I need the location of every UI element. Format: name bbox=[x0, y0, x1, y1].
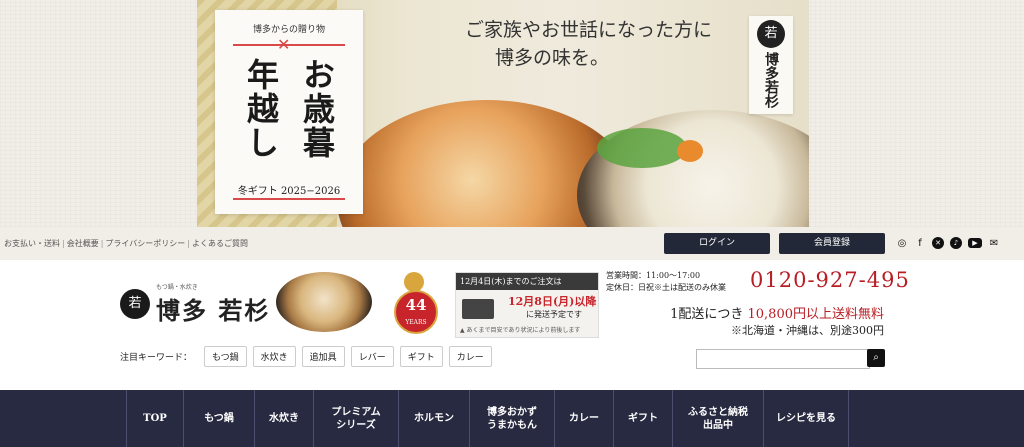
shipping-notice: 12月4日(木)までのご注文は 12月8日(月)以降 に発送予定です ▲ あくま… bbox=[455, 272, 599, 338]
notice-date: 12月8日(月)以降 bbox=[508, 295, 597, 308]
facebook-icon[interactable]: f bbox=[914, 237, 926, 249]
hours-line-2: 定休日：日祝※土は配送のみ休業 bbox=[606, 283, 726, 292]
nav-item[interactable]: カレー bbox=[555, 390, 614, 447]
nav-item[interactable]: 博多おかず うまかもん bbox=[470, 390, 555, 447]
tagline-line-1: ご家族やお世話になった方に bbox=[465, 19, 713, 41]
site-logo[interactable]: 若 もつ鍋・水炊き 博多 若杉 bbox=[120, 282, 270, 326]
register-button[interactable]: 会員登録 bbox=[779, 233, 885, 254]
instagram-icon[interactable]: ◎ bbox=[896, 237, 908, 249]
nav-item[interactable]: TOP bbox=[127, 390, 184, 447]
notice-head: 12月4日(木)までのご注文は bbox=[456, 273, 598, 290]
hours-line-1: 営業時間：11:00〜17:00 bbox=[606, 271, 701, 280]
tagline-line-2: 博多の味を。 bbox=[495, 47, 610, 69]
utility-bar: お支払い・送料 | 会社概要 | プライバシーポリシー | よくあるご質問 ログイン 会員登… bbox=[0, 227, 1024, 260]
keyword-motsunabe[interactable]: もつ鍋 bbox=[204, 346, 247, 367]
logo-name: 博多 若杉 bbox=[156, 296, 271, 325]
link-payment-shipping[interactable]: お支払い・送料 bbox=[4, 239, 60, 248]
mizutaki-pot-image bbox=[577, 110, 809, 227]
keyword-mizutaki[interactable]: 水炊き bbox=[252, 346, 296, 367]
link-privacy[interactable]: プライバシーポリシー bbox=[105, 239, 185, 248]
card-bottom-text: 冬ギフト 2025−2026 bbox=[237, 186, 341, 197]
carrot-image bbox=[677, 140, 703, 162]
separator: | bbox=[187, 239, 190, 248]
social-links: ◎ f ✕ ♪ ▶ ✉ bbox=[896, 237, 1000, 249]
keyword-extras[interactable]: 追加具 bbox=[301, 346, 345, 367]
link-company[interactable]: 会社概要 bbox=[67, 239, 99, 248]
notice-foot: ▲ あくまで目安であり状況により前後します bbox=[460, 327, 581, 334]
utility-links: お支払い・送料 | 会社概要 | プライバシーポリシー | よくあるご質問 bbox=[4, 238, 248, 249]
dish-image bbox=[276, 272, 372, 332]
mail-icon[interactable]: ✉ bbox=[988, 237, 1000, 249]
greens-image bbox=[597, 128, 687, 168]
card-top-text: 博多からの贈り物 bbox=[252, 25, 325, 35]
card-col-left: 年越し bbox=[242, 58, 280, 160]
banner-tagline: ご家族やお世話になった方に 博多の味を。 bbox=[465, 16, 712, 72]
gift-card: 博多からの贈り物 ✕ 年越し お歳暮 冬ギフト 2025−2026 bbox=[215, 10, 363, 214]
site-header: 若 もつ鍋・水炊き 博多 若杉 44 YEARS 12月4日(木)までのご注文は… bbox=[0, 260, 1024, 390]
top-banner-area: 博多からの贈り物 ✕ 年越し お歳暮 冬ギフト 2025−2026 ご家族やお世… bbox=[0, 0, 1024, 227]
brand-mark-icon: 若 bbox=[120, 289, 150, 319]
nav-item[interactable]: ホルモン bbox=[399, 390, 470, 447]
keyword-label: 注目キーワード： bbox=[120, 353, 193, 363]
separator: | bbox=[100, 239, 104, 248]
nav-item[interactable]: ふるさと納税 出品中 bbox=[673, 390, 764, 447]
keyword-gift[interactable]: ギフト bbox=[399, 346, 443, 367]
tiktok-icon[interactable]: ♪ bbox=[950, 237, 962, 249]
nav-list: TOP もつ鍋 水炊き プレミアム シリーズ ホルモン 博多おかず うまかもん カレー ギフト… bbox=[126, 390, 849, 447]
free-shipping-info: 1配送につき 10,800円以上送料無料 bbox=[606, 303, 884, 322]
badge-number: 44 bbox=[405, 296, 427, 314]
nav-item[interactable]: プレミアム シリーズ bbox=[314, 390, 399, 447]
nav-item[interactable]: 水炊き bbox=[255, 390, 314, 447]
login-button[interactable]: ログイン bbox=[664, 233, 770, 254]
x-icon[interactable]: ✕ bbox=[932, 237, 944, 249]
brand-mark-icon: 若 bbox=[757, 20, 785, 48]
ship-amount: 10,800円以上送料無料 bbox=[747, 307, 885, 322]
bow-icon: ✕ bbox=[277, 35, 291, 54]
banner-logo: 若 博多若杉 bbox=[749, 16, 793, 114]
ribbon-bottom-line bbox=[233, 198, 345, 200]
search-input[interactable] bbox=[696, 349, 870, 369]
phone-number[interactable]: 0120-927-495 bbox=[750, 268, 910, 292]
youtube-icon[interactable]: ▶ bbox=[968, 238, 982, 248]
banner-logo-text: 博多若杉 bbox=[763, 52, 779, 108]
keyword-bar: 注目キーワード： もつ鍋 水炊き 追加具 レバー ギフト カレー bbox=[120, 346, 492, 367]
badge-text: YEARS bbox=[405, 319, 427, 326]
anniversary-badge: 44 YEARS bbox=[392, 272, 438, 342]
keyword-liver[interactable]: レバー bbox=[350, 346, 394, 367]
card-col-right: お歳暮 bbox=[298, 58, 336, 160]
search-icon[interactable]: ⌕ bbox=[867, 349, 885, 367]
keyword-curry[interactable]: カレー bbox=[448, 346, 492, 367]
laurel-icon bbox=[404, 272, 424, 292]
nav-item[interactable]: レシピを見る bbox=[764, 390, 849, 447]
logo-subtext: もつ鍋・水炊き bbox=[156, 284, 198, 291]
notice-sub: に発送予定です bbox=[526, 310, 582, 319]
shipping-note: ※北海道・沖縄は、別途300円 bbox=[731, 324, 884, 337]
main-nav: TOP もつ鍋 水炊き プレミアム シリーズ ホルモン 博多おかず うまかもん カレー ギフト… bbox=[0, 390, 1024, 447]
nav-item[interactable]: もつ鍋 bbox=[184, 390, 255, 447]
nav-item[interactable]: ギフト bbox=[614, 390, 673, 447]
ship-prefix: 1配送につき bbox=[670, 307, 744, 322]
separator: | bbox=[62, 239, 65, 248]
link-faq[interactable]: よくあるご質問 bbox=[192, 239, 248, 248]
hero-banner[interactable]: 博多からの贈り物 ✕ 年越し お歳暮 冬ギフト 2025−2026 ご家族やお世… bbox=[197, 0, 809, 227]
truck-icon bbox=[462, 299, 494, 319]
business-hours: 営業時間：11:00〜17:00 定休日：日祝※土は配送のみ休業 bbox=[606, 270, 726, 294]
